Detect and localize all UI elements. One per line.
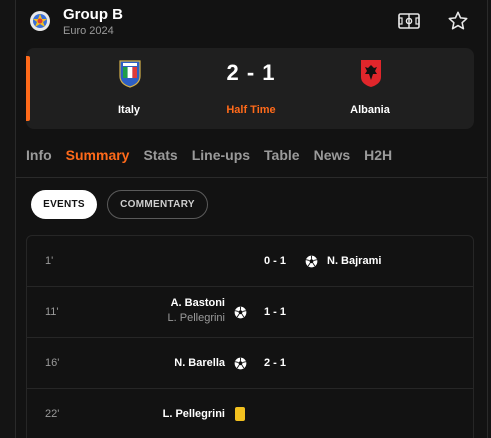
pitch-view-button[interactable] <box>397 10 421 32</box>
event-home-side: L. Pellegrini <box>75 408 225 420</box>
event-player: L. Pellegrini <box>162 408 225 420</box>
tab-table[interactable]: Table <box>264 147 300 167</box>
goal-ball-icon <box>233 305 247 319</box>
event-player: N. Barella <box>174 357 225 369</box>
event-score: 1 - 1 <box>263 306 286 318</box>
pitch-icon <box>398 13 420 29</box>
tabs-divider <box>15 177 488 178</box>
scoreboard-card[interactable]: Italy 2 - 1 Half Time Albania <box>26 48 474 129</box>
favorite-button[interactable] <box>445 8 471 34</box>
away-team-name: Albania <box>350 104 390 116</box>
star-icon <box>448 11 468 30</box>
match-tabs: Info Summary Stats Line-ups Table News H… <box>26 147 406 167</box>
event-home-side: A. Bastoni L. Pellegrini <box>75 297 225 324</box>
tab-h2h[interactable]: H2H <box>364 147 392 167</box>
goal-ball-icon <box>304 254 318 268</box>
italy-crest-icon <box>118 58 142 88</box>
event-home-side: N. Barella <box>75 357 225 369</box>
albania-crest-icon <box>359 58 383 88</box>
tab-stats[interactable]: Stats <box>143 147 177 167</box>
events-list: 1' 0 - 1 N. Bajrami 11' A. Bastoni L. Pe… <box>26 235 474 438</box>
event-player: A. Bastoni <box>170 297 225 309</box>
group-title: Group B <box>63 6 123 23</box>
event-row: 11' A. Bastoni L. Pellegrini 1 - 1 <box>27 287 473 338</box>
event-row: 1' 0 - 1 N. Bajrami <box>27 236 473 287</box>
match-header: Group B Euro 2024 <box>15 0 488 44</box>
commentary-filter-button[interactable]: COMMENTARY <box>107 190 208 219</box>
tab-news[interactable]: News <box>314 147 351 167</box>
event-assist: L. Pellegrini <box>167 312 225 324</box>
match-score: 2 - 1 <box>226 60 276 85</box>
tab-info[interactable]: Info <box>26 147 52 167</box>
event-player: N. Bajrami <box>327 255 382 267</box>
event-score: 0 - 1 <box>263 255 286 267</box>
event-minute: 16' <box>45 357 60 369</box>
euro-2024-logo-icon <box>29 10 51 32</box>
tab-line-ups[interactable]: Line-ups <box>192 147 250 167</box>
event-row: 16' N. Barella 2 - 1 <box>27 338 473 389</box>
tab-summary[interactable]: Summary <box>66 147 130 167</box>
competition-name: Euro 2024 <box>63 25 114 37</box>
event-minute: 22' <box>45 408 60 420</box>
match-status: Half Time <box>226 104 276 116</box>
goal-ball-icon <box>233 356 247 370</box>
live-indicator-bar <box>26 56 30 121</box>
event-minute: 11' <box>45 306 59 318</box>
event-minute: 1' <box>45 255 54 267</box>
events-filter-button[interactable]: EVENTS <box>31 190 97 219</box>
event-score: 2 - 1 <box>263 357 286 369</box>
home-team-name: Italy <box>117 104 140 116</box>
event-row: 22' L. Pellegrini <box>27 389 473 438</box>
yellow-card-icon <box>233 407 247 421</box>
